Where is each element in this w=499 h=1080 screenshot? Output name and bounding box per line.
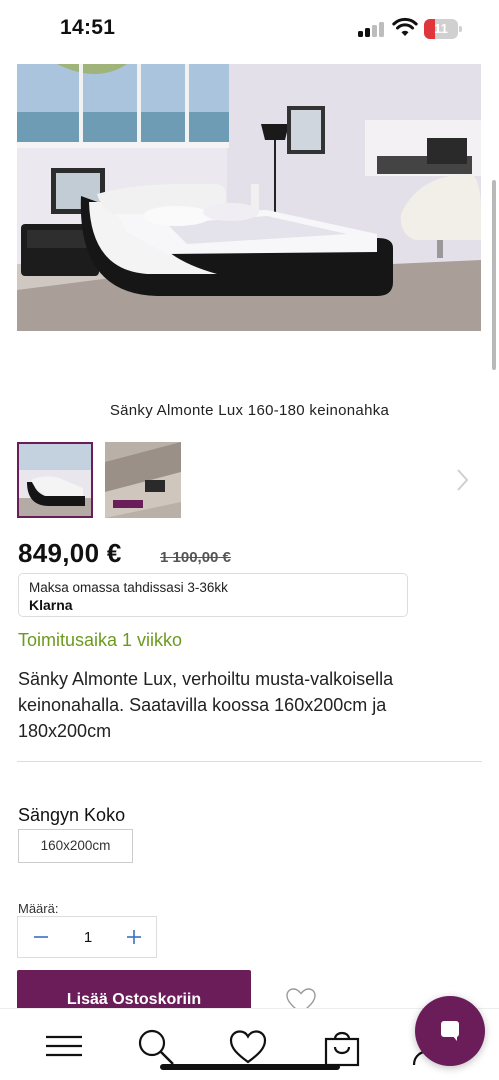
- product-title: Sänky Almonte Lux 160-180 keinonahka: [109, 402, 390, 419]
- gallery-thumbnail-1[interactable]: [17, 442, 93, 518]
- heart-icon[interactable]: [228, 1027, 268, 1067]
- wifi-icon: [392, 17, 418, 36]
- chevron-right-icon[interactable]: [452, 466, 472, 494]
- thumbnail-image: [19, 444, 91, 516]
- chat-bubble-icon: [441, 1021, 459, 1041]
- quantity-stepper: 1: [17, 916, 157, 958]
- delivery-time: Toimitusaika 1 viikko: [18, 630, 183, 650]
- quantity-label: Määrä:: [18, 901, 59, 916]
- shopping-bag-icon[interactable]: [322, 1027, 362, 1067]
- search-icon[interactable]: [136, 1027, 176, 1067]
- minus-icon[interactable]: [28, 924, 54, 950]
- size-option-160x200[interactable]: 160x200cm: [18, 829, 133, 863]
- chat-button[interactable]: [415, 996, 485, 1066]
- gallery-thumbnail-2[interactable]: [105, 442, 181, 518]
- signal-icon: [358, 21, 384, 37]
- product-description: Sänky Almonte Lux, verhoiltu musta-valko…: [18, 669, 394, 741]
- product-price: 849,00 €: [18, 538, 122, 568]
- divider: [17, 761, 482, 762]
- klarna-payment-box[interactable]: Maksa omassa tahdissasi 3-36kk Klarna: [18, 573, 408, 617]
- plus-icon[interactable]: [121, 924, 147, 950]
- scrollbar[interactable]: [492, 180, 496, 370]
- status-time: 14:51: [60, 16, 116, 39]
- klarna-logo: Klarna: [29, 597, 73, 613]
- product-old-price: 1 100,00 €: [160, 549, 231, 566]
- menu-icon[interactable]: [44, 1027, 84, 1067]
- battery-level: 11: [434, 21, 448, 36]
- bed-room-illustration: [17, 64, 481, 331]
- quantity-value[interactable]: 1: [58, 929, 118, 946]
- status-bar: 14:51 11: [0, 0, 499, 58]
- product-main-image[interactable]: [17, 64, 481, 331]
- battery-icon: 11: [424, 19, 462, 39]
- klarna-text: Maksa omassa tahdissasi 3-36kk: [29, 580, 228, 595]
- size-label: Sängyn Koko: [18, 805, 126, 825]
- thumbnail-image: [105, 442, 181, 518]
- home-indicator: [160, 1064, 340, 1070]
